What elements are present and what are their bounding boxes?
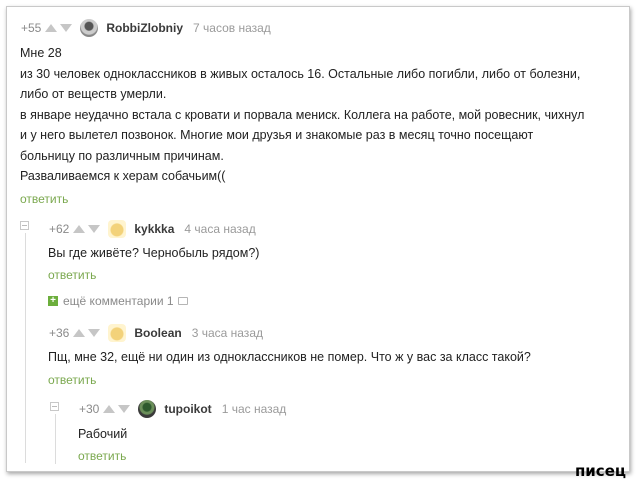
comment-line: Вы где живёте? Чернобыль рядом?) — [48, 246, 260, 260]
timestamp: 1 час назад — [221, 402, 287, 416]
collapse-branch-icon[interactable] — [50, 402, 59, 411]
comment-line: Пщ, мне 32, ещё ни один из однокласснико… — [48, 350, 531, 364]
comment-line: Разваливаемся к херам собачьим(( — [20, 169, 226, 183]
username[interactable]: Boolean — [134, 326, 181, 340]
downvote-icon[interactable] — [60, 24, 73, 32]
comment-line: и у него вылетел позвонок. Многие мои др… — [20, 128, 534, 142]
comment-header: +62 kykkka 4 часа назад — [49, 220, 256, 238]
avatar[interactable] — [138, 400, 157, 418]
upvote-icon[interactable] — [73, 225, 86, 233]
username[interactable]: tupoikot — [164, 402, 211, 416]
upvote-icon[interactable] — [45, 24, 58, 32]
comment-bubble-icon — [177, 297, 188, 305]
comment-header: +30 tupoikot 1 час назад — [79, 400, 286, 418]
reply-link[interactable]: ответить — [20, 192, 68, 206]
comment-line: Мне 28 — [20, 46, 62, 60]
rating-value: +30 — [79, 402, 100, 416]
comment-line: Рабочий — [78, 427, 128, 441]
downvote-icon[interactable] — [88, 329, 101, 337]
more-comments[interactable]: + ещё комментарии 1 — [48, 294, 188, 308]
avatar[interactable] — [108, 220, 127, 238]
comment-body: Рабочий — [78, 424, 127, 445]
thread-branch-line[interactable] — [55, 414, 56, 464]
reply-link[interactable]: ответить — [48, 268, 96, 282]
downvote-icon[interactable] — [88, 225, 101, 233]
watermark-logo: писец — [574, 462, 626, 480]
expand-plus-icon[interactable]: + — [48, 296, 58, 306]
downvote-icon[interactable] — [118, 405, 131, 413]
comment-line: из 30 человек одноклассников в живых ост… — [20, 66, 581, 81]
avatar[interactable] — [108, 324, 127, 342]
comment-body: Пщ, мне 32, ещё ни один из однокласснико… — [48, 347, 531, 368]
thread-branch-line[interactable] — [25, 233, 26, 463]
comment-line: либо от веществ умерли. — [20, 87, 167, 101]
comment-body: Мне 28 из 30 человек одноклассников в жи… — [20, 43, 584, 187]
username[interactable]: kykkka — [134, 222, 174, 236]
comment-line: больницу по различным причинам. — [20, 148, 224, 163]
timestamp: 3 часа назад — [191, 326, 263, 340]
comment-line: в январе неудачно встала с кровати и пор… — [20, 107, 585, 122]
rating-value: +55 — [21, 21, 42, 35]
reply-link[interactable]: ответить — [48, 373, 96, 387]
reply-link[interactable]: ответить — [78, 449, 126, 463]
comment-body: Вы где живёте? Чернобыль рядом?) — [48, 243, 259, 264]
timestamp: 4 часа назад — [184, 222, 256, 236]
upvote-icon[interactable] — [103, 405, 116, 413]
username[interactable]: RobbiZlobniy — [106, 21, 183, 35]
rating-value: +36 — [49, 326, 70, 340]
comment-thread: +55 RobbiZlobniy 7 часов назад Мне 28 из… — [6, 6, 630, 472]
comment-header: +36 Boolean 3 часа назад — [49, 324, 263, 342]
timestamp: 7 часов назад — [193, 21, 271, 35]
more-comments-label[interactable]: ещё комментарии 1 — [63, 294, 174, 308]
upvote-icon[interactable] — [73, 329, 86, 337]
collapse-branch-icon[interactable] — [20, 221, 29, 230]
avatar[interactable] — [80, 19, 99, 37]
rating-value: +62 — [49, 222, 70, 236]
comment-header: +55 RobbiZlobniy 7 часов назад — [21, 19, 271, 37]
